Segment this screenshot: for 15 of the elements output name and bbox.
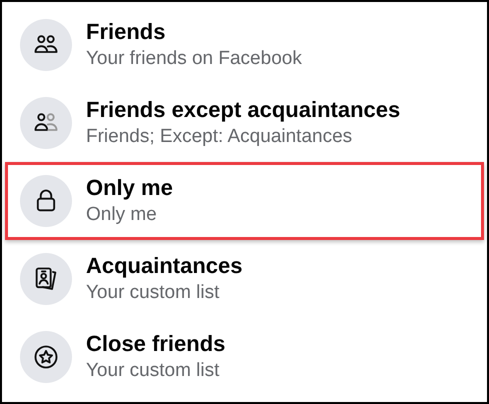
audience-option[interactable]: Close friends Your custom list bbox=[5, 318, 484, 396]
option-subtitle: Friends; Except: Acquaintances bbox=[86, 125, 354, 149]
option-title: Friends bbox=[86, 18, 166, 46]
audience-option[interactable]: Friends except acquaintances Friends; Except: Acquaintances bbox=[5, 84, 484, 162]
option-subtitle: Your friends on Facebook bbox=[86, 47, 302, 71]
option-title: Only me bbox=[86, 174, 173, 202]
option-title: Acquaintances bbox=[86, 252, 242, 280]
option-subtitle: Only me bbox=[86, 203, 158, 227]
audience-option[interactable]: Acquaintances Your custom list bbox=[5, 240, 484, 318]
option-subtitle: Your custom list bbox=[86, 359, 220, 383]
audience-option[interactable]: Friends Your friends on Facebook bbox=[5, 6, 484, 84]
option-title: Friends except acquaintances bbox=[86, 96, 400, 124]
option-subtitle: Your custom list bbox=[86, 281, 220, 305]
audience-option[interactable]: Only me Only me bbox=[5, 162, 484, 240]
option-title: Close friends bbox=[86, 330, 226, 358]
